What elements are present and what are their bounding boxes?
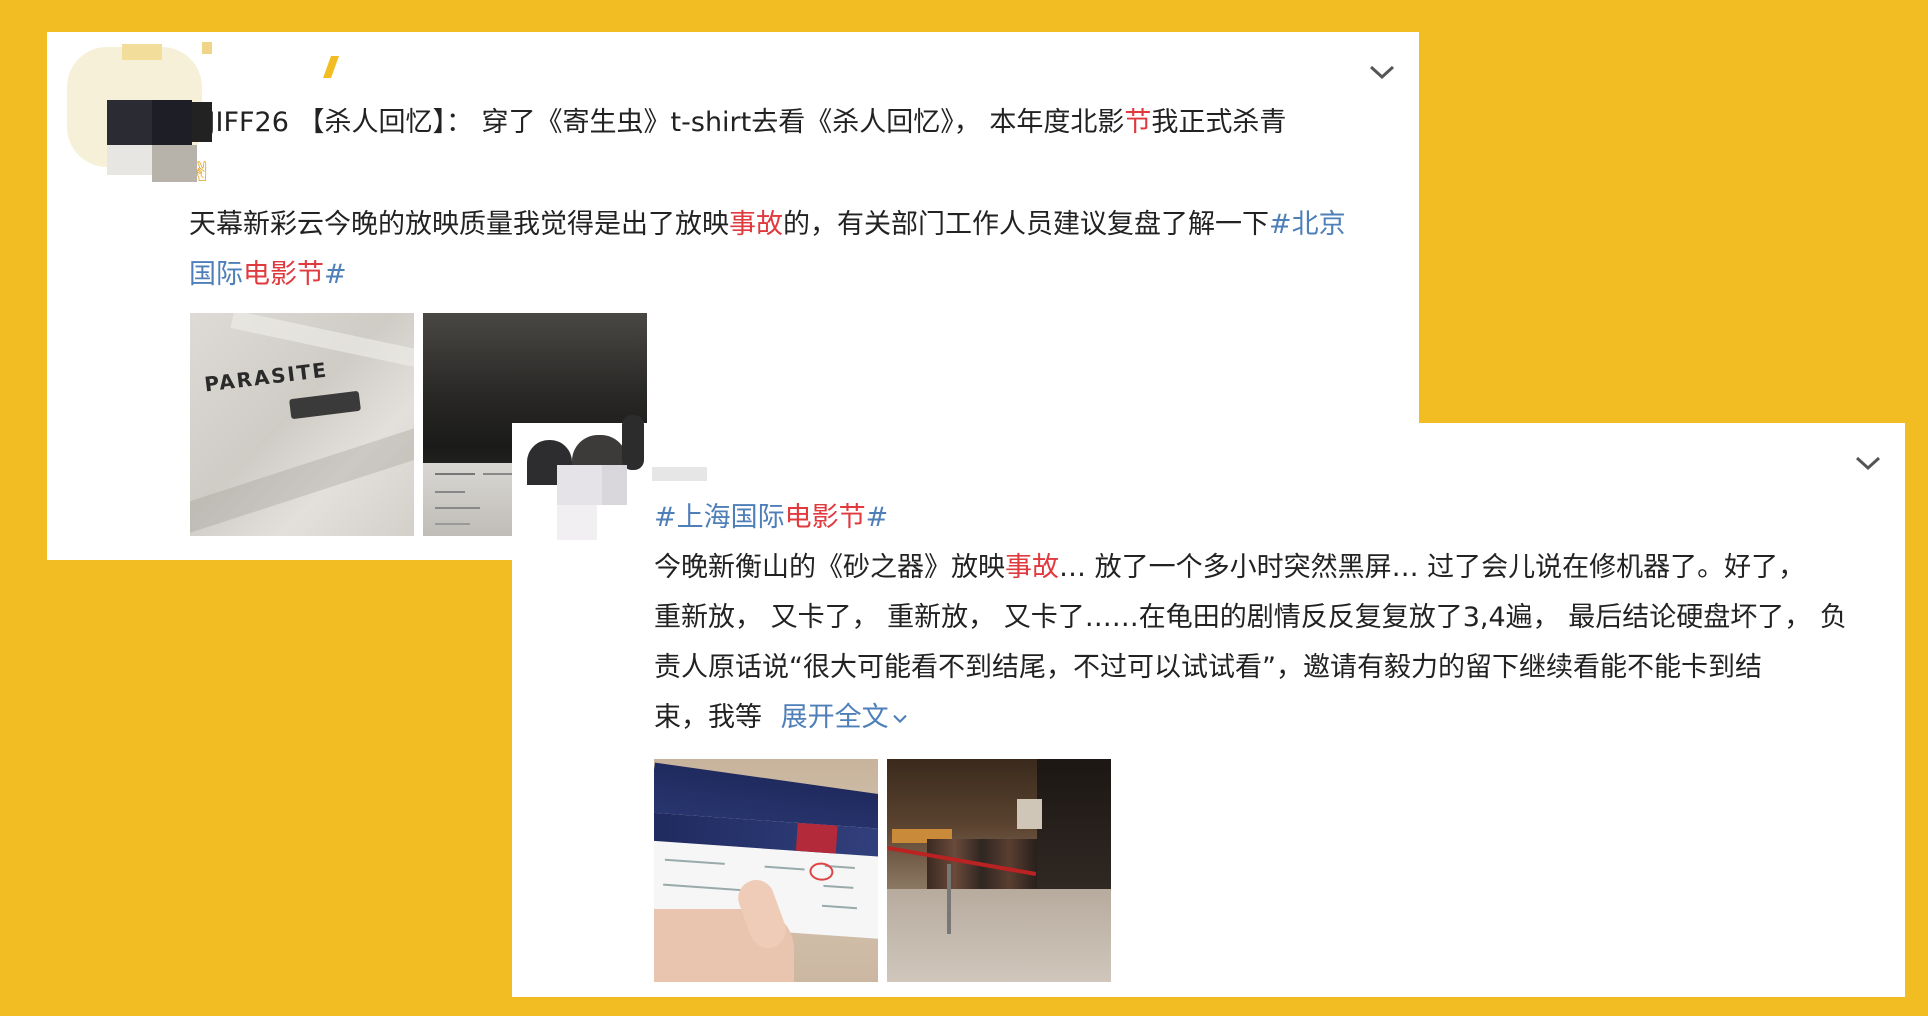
stanchion bbox=[947, 864, 951, 934]
razor-blade-graphic bbox=[289, 390, 361, 420]
post-text-line-1: BJIFF26 【杀人回忆】： 穿了《寄生虫》t-shirt去看《杀人回忆》， … bbox=[189, 107, 1287, 138]
avatar-name-blur bbox=[652, 467, 707, 481]
post-text-line-2: 天幕新彩云今晚的放映质量我觉得是出了放映事故的，有关部门工作人员建议复盘了解一下… bbox=[189, 209, 1346, 240]
post-text-line-3: 责人原话说“很大可能看不到结尾，不过可以试试看”，邀请有毅力的留下继续看能不能卡… bbox=[654, 652, 1762, 683]
avatar[interactable] bbox=[522, 415, 647, 555]
post-text-line-1: 今晚新衡山的《砂之器》放映事故… 放了一个多小时突然黑屏… 过了会儿说在修机器了… bbox=[654, 552, 1806, 583]
hashtag-link[interactable]: #上海国际电影节# bbox=[654, 501, 888, 535]
hashtag-link[interactable]: #北京 bbox=[1269, 209, 1346, 240]
expand-full-text-link[interactable]: 展开全文 bbox=[781, 702, 909, 733]
victory-hand-icon: ✌ bbox=[191, 157, 214, 188]
chevron-down-icon[interactable] bbox=[1367, 62, 1397, 82]
username[interactable]: BJIFF26 bbox=[189, 107, 289, 138]
photo-tickets-hand[interactable] bbox=[654, 759, 878, 982]
post-text-line-4: 束，我等 展开全文 bbox=[654, 701, 909, 735]
shirt-fold bbox=[190, 420, 414, 536]
post-card-siff: #上海国际电影节# 今晚新衡山的《砂之器》放映事故… 放了一个多小时突然黑屏… … bbox=[512, 415, 1905, 997]
shirt-print-text: PARASITE bbox=[203, 357, 330, 397]
floor bbox=[887, 889, 1111, 982]
post-text-line-3[interactable]: 国际电影节# bbox=[189, 258, 347, 292]
post-text-line-2: 重新放， 又卡了， 重新放， 又卡了……在龟田的剧情反反复复放了3,4遍， 最后… bbox=[654, 602, 1847, 633]
photo-shirt[interactable]: PARASITE bbox=[190, 313, 414, 536]
lobby-screen bbox=[1017, 799, 1042, 829]
chevron-down-icon bbox=[892, 714, 907, 723]
photo-cinema-lobby[interactable] bbox=[887, 759, 1111, 982]
chevron-down-icon[interactable] bbox=[1853, 453, 1883, 473]
avatar-mark bbox=[322, 56, 340, 78]
